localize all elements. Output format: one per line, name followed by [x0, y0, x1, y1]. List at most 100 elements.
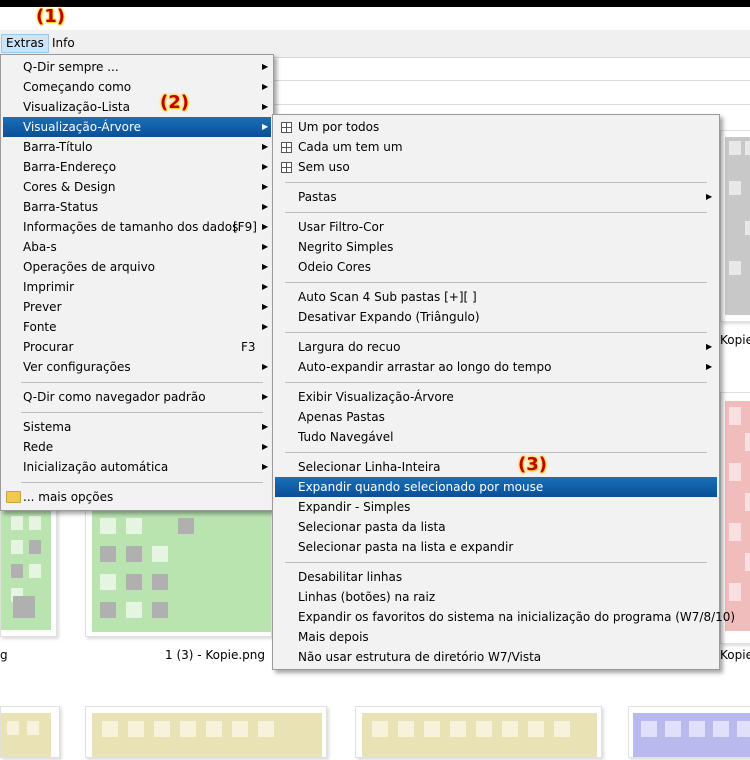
- menu-item-ver-configuracoes[interactable]: Ver configurações ▶: [3, 357, 271, 377]
- menu-separator: [285, 452, 707, 453]
- submenu-arrow-icon: ▶: [262, 122, 269, 131]
- menu-item-selecionar-pasta-expandir[interactable]: Selecionar pasta na lista e expandir: [275, 537, 717, 557]
- menu-item-largura-recuo[interactable]: Largura do recuo ▶: [275, 337, 717, 357]
- menu-separator: [21, 482, 263, 483]
- menu-item-label: Mais depois: [298, 630, 369, 644]
- menu-item-informacoes-tamanho[interactable]: Informações de tamanho dos dados [F9] ▶: [3, 217, 271, 237]
- menu-item-sem-uso[interactable]: Sem uso: [275, 157, 717, 177]
- menu-item-barra-status[interactable]: Barra-Status ▶: [3, 197, 271, 217]
- menu-item-mais-opcoes[interactable]: ... mais opções: [3, 487, 271, 507]
- menu-item-label: Aba-s: [23, 240, 57, 254]
- menu-item-visualizacao-arvore[interactable]: Visualização-Árvore ▶: [3, 117, 271, 137]
- menu-item-label: Ver configurações: [23, 360, 131, 374]
- submenu-arrow-icon: ▶: [262, 362, 269, 371]
- tree-option-icon: [281, 162, 292, 173]
- thumbnail[interactable]: [355, 706, 602, 758]
- menu-item-comecando-como[interactable]: Começando como ▶: [3, 77, 271, 97]
- submenu-arrow-icon: ▶: [262, 162, 269, 171]
- menu-item-abas[interactable]: Aba-s ▶: [3, 237, 271, 257]
- menu-extras[interactable]: Extras: [1, 34, 49, 53]
- menu-item-pastas[interactable]: Pastas ▶: [275, 187, 717, 207]
- menu-item-barra-titulo[interactable]: Barra-Título ▶: [3, 137, 271, 157]
- file-name[interactable]: Kopie: [720, 648, 750, 662]
- menu-item-navegador-padrao[interactable]: Q-Dir como navegador padrão ▶: [3, 387, 271, 407]
- tree-option-icon: [281, 142, 292, 153]
- menu-item-um-por-todos[interactable]: Um por todos: [275, 117, 717, 137]
- menu-item-tudo-navegavel[interactable]: Tudo Navegável: [275, 427, 717, 447]
- menu-separator: [21, 412, 263, 413]
- menu-item-mais-depois[interactable]: Mais depois: [275, 627, 717, 647]
- menu-item-rede[interactable]: Rede ▶: [3, 437, 271, 457]
- menu-item-procurar[interactable]: Procurar F3: [3, 337, 271, 357]
- address-bar[interactable]: [270, 58, 750, 81]
- menu-item-label: Selecionar pasta na lista e expandir: [298, 540, 514, 554]
- menu-info[interactable]: Info: [48, 35, 79, 52]
- menu-item-label: Barra-Status: [23, 200, 99, 214]
- menu-item-cores-design[interactable]: Cores & Design ▶: [3, 177, 271, 197]
- menu-item-q-dir-sempre[interactable]: Q-Dir sempre ... ▶: [3, 57, 271, 77]
- tree-view-submenu: Um por todos Cada um tem um Sem uso Past…: [272, 114, 735, 670]
- submenu-arrow-icon: ▶: [262, 302, 269, 311]
- menu-item-label: Barra-Título: [23, 140, 93, 154]
- submenu-arrow-icon: ▶: [262, 182, 269, 191]
- menu-item-apenas-pastas[interactable]: Apenas Pastas: [275, 407, 717, 427]
- menu-item-selecionar-pasta-lista[interactable]: Selecionar pasta da lista: [275, 517, 717, 537]
- menu-item-visualizacao-lista[interactable]: Visualização-Lista ▶: [3, 97, 271, 117]
- file-name[interactable]: Kopie: [720, 333, 750, 347]
- menu-item-barra-endereco[interactable]: Barra-Endereço ▶: [3, 157, 271, 177]
- menu-item-linhas-botoes-raiz[interactable]: Linhas (botões) na raiz: [275, 587, 717, 607]
- menu-item-desabilitar-linhas[interactable]: Desabilitar linhas: [275, 567, 717, 587]
- menu-item-negrito-simples[interactable]: Negrito Simples: [275, 237, 717, 257]
- menu-item-nao-usar-estrutura[interactable]: Não usar estrutura de diretório W7/Vista: [275, 647, 717, 667]
- menu-item-label: Linhas (botões) na raiz: [298, 590, 436, 604]
- thumbnail[interactable]: [720, 130, 750, 322]
- submenu-arrow-icon: ▶: [262, 282, 269, 291]
- thumbnail-image: [725, 137, 750, 315]
- submenu-arrow-icon: ▶: [262, 102, 269, 111]
- step-annotation-3: (3): [518, 454, 547, 475]
- menu-item-imprimir[interactable]: Imprimir ▶: [3, 277, 271, 297]
- menu-item-label: Visualização-Árvore: [23, 120, 142, 134]
- menu-item-label: Prever: [23, 300, 62, 314]
- menu-separator: [21, 382, 263, 383]
- menu-item-label: Auto Scan 4 Sub pastas [+][ ]: [298, 290, 477, 304]
- menu-item-operacoes-arquivo[interactable]: Operações de arquivo ▶: [3, 257, 271, 277]
- thumbnail[interactable]: [0, 706, 60, 758]
- menu-item-label: Selecionar pasta da lista: [298, 520, 446, 534]
- thumbnail[interactable]: [628, 706, 750, 758]
- menu-item-label: Imprimir: [23, 280, 75, 294]
- menu-item-inicializacao-automatica[interactable]: Inicialização automática ▶: [3, 457, 271, 477]
- menu-item-selecionar-linha-inteira[interactable]: Selecionar Linha-Inteira: [275, 457, 717, 477]
- menu-separator: [285, 212, 707, 213]
- menu-separator: [285, 282, 707, 283]
- menu-item-desativar-expando[interactable]: Desativar Expando (Triângulo): [275, 307, 717, 327]
- thumbnail[interactable]: [85, 706, 327, 758]
- menu-item-cada-um-tem-um[interactable]: Cada um tem um: [275, 137, 717, 157]
- window-top-border: [0, 0, 750, 7]
- thumbnail[interactable]: [85, 505, 272, 637]
- menu-separator: [285, 182, 707, 183]
- thumbnail[interactable]: [0, 505, 57, 637]
- tree-option-icon: [281, 122, 292, 133]
- menu-item-auto-expandir[interactable]: Auto-expandir arrastar ao longo do tempo…: [275, 357, 717, 377]
- menu-item-sistema[interactable]: Sistema ▶: [3, 417, 271, 437]
- menu-item-odeio-cores[interactable]: Odeio Cores: [275, 257, 717, 277]
- menu-item-label: Desativar Expando (Triângulo): [298, 310, 480, 324]
- menu-item-expandir-selecionado-mouse[interactable]: Expandir quando selecionado por mouse: [275, 477, 717, 497]
- thumbnail-image: [725, 401, 750, 631]
- menu-separator: [285, 562, 707, 563]
- submenu-arrow-icon: ▶: [262, 242, 269, 251]
- menu-item-label: Procurar: [23, 340, 74, 354]
- menu-item-usar-filtro-cor[interactable]: Usar Filtro-Cor: [275, 217, 717, 237]
- submenu-arrow-icon: ▶: [262, 322, 269, 331]
- menu-item-fonte[interactable]: Fonte ▶: [3, 317, 271, 337]
- menu-item-label: Sem uso: [298, 160, 350, 174]
- menu-item-exibir-visualizacao-arvore[interactable]: Exibir Visualização-Árvore: [275, 387, 717, 407]
- folder-icon: [6, 491, 21, 503]
- menu-item-expandir-favoritos[interactable]: Expandir os favoritos do sistema na inic…: [275, 607, 735, 627]
- shortcut-label: F3: [241, 340, 256, 354]
- menu-item-auto-scan[interactable]: Auto Scan 4 Sub pastas [+][ ]: [275, 287, 717, 307]
- menu-item-prever[interactable]: Prever ▶: [3, 297, 271, 317]
- menu-item-expandir-simples[interactable]: Expandir - Simples: [275, 497, 717, 517]
- file-name[interactable]: 1 (3) - Kopie.png: [165, 648, 265, 662]
